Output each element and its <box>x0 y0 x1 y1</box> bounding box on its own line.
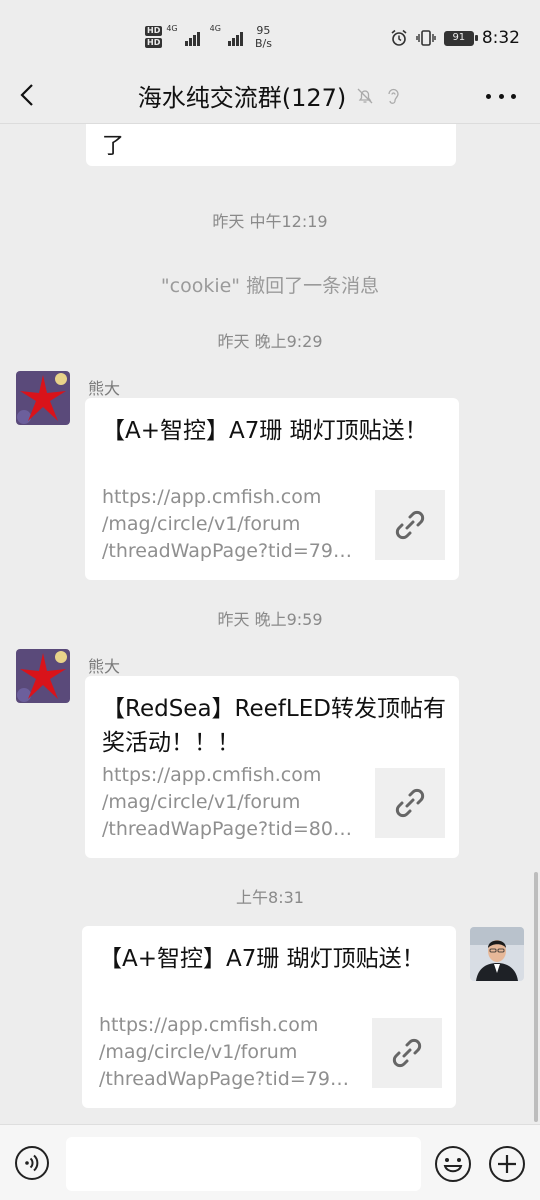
starfish-icon <box>16 371 70 425</box>
message-input[interactable] <box>66 1137 421 1191</box>
signal-icon-2 <box>227 28 243 46</box>
link-thumbnail <box>375 768 445 838</box>
chat-title: 海水纯交流群(127) <box>137 84 347 112</box>
message-bubble[interactable]: 了 <box>86 124 456 166</box>
sender-name: 熊大 <box>88 657 121 676</box>
card-url-line: https://app.cmfish.com <box>102 764 322 786</box>
network-speed: 95 B/s <box>255 24 272 50</box>
card-url: https://app.cmfish.com /mag/circle/v1/fo… <box>99 1012 357 1093</box>
card-title: 【RedSea】ReefLED转发顶帖有奖活动！！！ <box>102 696 446 756</box>
timestamp: 昨天 中午12:19 <box>212 212 328 231</box>
card-url: https://app.cmfish.com /mag/circle/v1/fo… <box>102 484 360 565</box>
ear-icon <box>388 88 399 104</box>
card-url-line: /mag/circle/v1/forum <box>102 513 301 535</box>
message-list[interactable]: 了 昨天 中午12:19 "cookie" 撤回了一条消息 昨天 晚上9:29 … <box>0 124 540 1124</box>
plus-icon[interactable] <box>488 1145 526 1183</box>
starfish-icon <box>16 649 70 703</box>
link-card[interactable]: 【A+智控】A7珊 瑚灯顶贴送！ https://app.cmfish.com … <box>85 398 459 580</box>
alarm-icon <box>391 29 407 46</box>
message-text: 了 <box>102 134 125 159</box>
voice-icon[interactable] <box>14 1145 50 1181</box>
status-right: 91 8:32 <box>390 28 520 48</box>
speed-value: 95 <box>256 24 271 37</box>
hd-indicators: HD HD <box>145 26 163 48</box>
card-url-line: /mag/circle/v1/forum <box>99 1041 298 1063</box>
link-card[interactable]: 【RedSea】ReefLED转发顶帖有奖活动！！！ https://app.c… <box>85 676 459 858</box>
network-type-2: 4G <box>209 24 221 33</box>
link-icon <box>395 510 425 540</box>
avatar-self[interactable] <box>470 927 524 981</box>
timestamp: 上午8:31 <box>236 888 304 907</box>
signal-icon-1 <box>184 28 200 46</box>
more-icon[interactable] <box>486 86 516 106</box>
link-thumbnail <box>375 490 445 560</box>
card-url-line: https://app.cmfish.com <box>99 1014 319 1036</box>
avatar-starfish[interactable] <box>16 371 70 425</box>
network-type-1: 4G <box>166 24 178 33</box>
title-area: 海水纯交流群(127) <box>0 78 540 113</box>
hd-badge-2: HD <box>145 38 163 48</box>
link-icon <box>395 788 425 818</box>
card-title: 【A+智控】A7珊 瑚灯顶贴送！ <box>99 946 425 972</box>
input-bar <box>0 1124 540 1200</box>
card-url-line: /mag/circle/v1/forum <box>102 791 301 813</box>
timestamp: 昨天 晚上9:59 <box>217 610 323 629</box>
network-status: HD HD 4G 4G 95 B/s <box>145 24 272 50</box>
card-url-line: /threadWapPage?tid=800... <box>102 818 360 840</box>
card-url-line: /threadWapPage?tid=799... <box>102 540 360 562</box>
link-thumbnail <box>372 1018 442 1088</box>
mute-bell-icon <box>357 88 373 103</box>
vibrate-icon <box>416 30 436 46</box>
card-url-line: https://app.cmfish.com <box>102 486 322 508</box>
scrollbar[interactable] <box>534 872 538 1122</box>
sender-name: 熊大 <box>88 379 121 398</box>
hd-badge-1: HD <box>145 26 163 36</box>
link-card[interactable]: 【A+智控】A7珊 瑚灯顶贴送！ https://app.cmfish.com … <box>82 926 456 1108</box>
status-bar: HD HD 4G 4G 95 B/s 91 8:32 <box>0 0 540 68</box>
person-avatar-icon <box>470 927 524 981</box>
card-url-line: /threadWapPage?tid=799... <box>99 1068 357 1090</box>
clock: 8:32 <box>481 28 520 48</box>
battery-icon: 91 <box>443 30 478 46</box>
card-title: 【A+智控】A7珊 瑚灯顶贴送！ <box>102 418 428 444</box>
link-icon <box>392 1038 422 1068</box>
emoji-icon[interactable] <box>434 1145 472 1183</box>
avatar-starfish[interactable] <box>16 649 70 703</box>
chat-header: 海水纯交流群(127) <box>0 68 540 124</box>
timestamp: 昨天 晚上9:29 <box>217 332 323 351</box>
card-url: https://app.cmfish.com /mag/circle/v1/fo… <box>102 762 360 843</box>
recall-notice: "cookie" 撤回了一条消息 <box>160 275 380 297</box>
speed-unit: B/s <box>254 37 272 50</box>
